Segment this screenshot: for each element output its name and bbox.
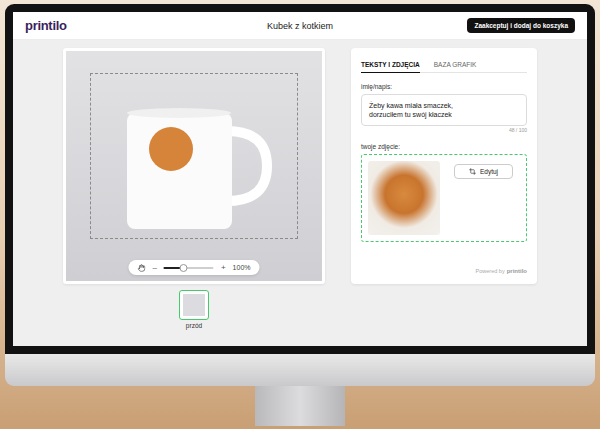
accept-button[interactable]: Zaakceptuj i dodaj do koszyka xyxy=(467,18,575,33)
preview-column: – +100% przód xyxy=(63,48,325,346)
photo-dropzone[interactable]: Edytuj xyxy=(361,154,527,242)
edit-button[interactable]: Edytuj xyxy=(454,164,513,179)
monitor-chin xyxy=(5,354,595,386)
product-photo[interactable]: – +100% xyxy=(66,51,322,281)
char-counter: 48 / 100 xyxy=(361,127,527,133)
hand-icon[interactable] xyxy=(137,264,145,272)
zoom-out-button[interactable]: – xyxy=(152,263,156,272)
tabs: TEKSTY I ZDJĘCIA BAZA GRAFIK xyxy=(361,58,527,73)
tab[interactable]: TEKSTY I ZDJĘCIA xyxy=(361,58,420,73)
app-screen: printilo Kubek z kotkiem Zaakceptuj i doda… xyxy=(13,12,587,346)
text-label: imię/napis: xyxy=(361,83,527,90)
print-area xyxy=(90,73,298,239)
view-image xyxy=(183,294,205,316)
text-input[interactable]: Żeby kawa miała smaczek, dorzuciłem tu s… xyxy=(361,94,527,126)
options-panel: TEKSTY I ZDJĘCIA BAZA GRAFIK imię/napis: Że… xyxy=(351,48,537,284)
zoom-in-button[interactable]: + xyxy=(221,263,226,272)
zoom-knob[interactable] xyxy=(180,264,188,272)
zoom-reading: 100% xyxy=(233,264,251,271)
powered-brand: printilo xyxy=(507,268,527,274)
powered-by: Powered byprintilo xyxy=(361,268,527,274)
monitor-bezel: printilo Kubek z kotkiem Zaakceptuj i doda… xyxy=(5,4,595,354)
view-thumbnail[interactable] xyxy=(179,290,209,320)
header: printilo Kubek z kotkiem Zaakceptuj i doda… xyxy=(13,12,587,40)
photo-label: twoje zdjęcie: xyxy=(361,143,527,150)
editor-body: – +100% przód TEKSTY I ZDJĘCIA BAZA GRAFIK im… xyxy=(13,40,587,346)
zoom-bar: – +100% xyxy=(128,260,259,275)
tab[interactable]: BAZA GRAFIK xyxy=(434,58,477,73)
uploaded-photo xyxy=(368,161,440,235)
page-title: Kubek z kotkiem xyxy=(267,21,333,31)
zoom-slider[interactable] xyxy=(164,267,214,269)
crop-icon xyxy=(469,168,476,175)
preview-card: – +100% xyxy=(63,48,325,284)
scene: printilo Kubek z kotkiem Zaakceptuj i doda… xyxy=(0,0,600,429)
mug-icon xyxy=(109,91,279,241)
view-label: przód xyxy=(186,322,202,329)
monitor-stand xyxy=(255,386,345,426)
logo[interactable]: printilo xyxy=(25,18,67,33)
